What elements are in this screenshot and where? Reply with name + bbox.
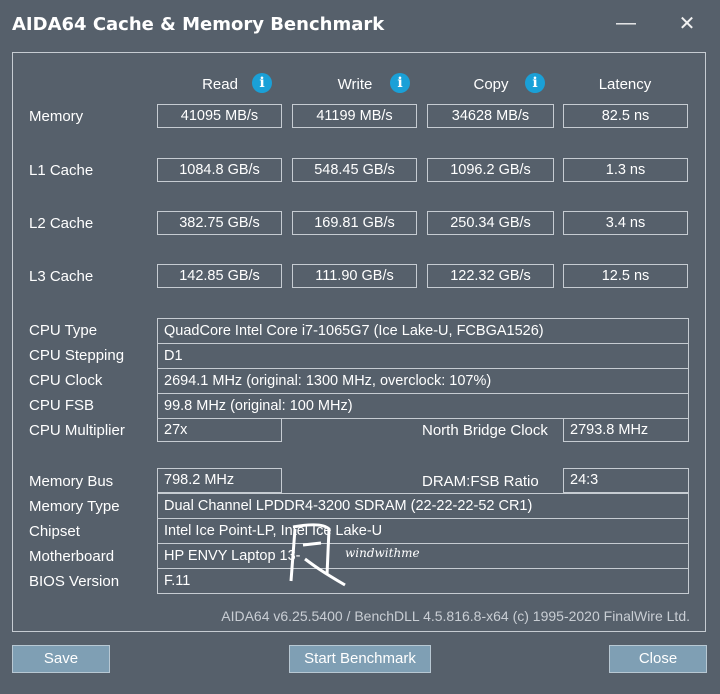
dram-fsb-ratio-value: 24:3 (563, 468, 689, 493)
header-write: Write (337, 76, 373, 93)
l3-write-value: 111.90 GB/s (292, 264, 417, 288)
memory-type-value: Dual Channel LPDDR4-3200 SDRAM (22-22-22… (157, 493, 689, 519)
row-label-l2: L2 Cache (29, 215, 94, 232)
cpu-multiplier-label: CPU Multiplier (29, 422, 125, 439)
info-icon-copy[interactable]: i (525, 73, 545, 93)
title-bar: AIDA64 Cache & Memory Benchmark — ✕ (0, 0, 720, 48)
motherboard-label: Motherboard (29, 548, 115, 565)
memory-read-value: 41095 MB/s (157, 104, 282, 128)
l2-write-value: 169.81 GB/s (292, 211, 417, 235)
minimize-icon[interactable]: — (611, 10, 641, 36)
l3-read-value: 142.85 GB/s (157, 264, 282, 288)
close-icon[interactable]: ✕ (672, 10, 702, 36)
nb-clock-label: North Bridge Clock (422, 422, 548, 439)
cpu-fsb-value: 99.8 MHz (original: 100 MHz) (157, 393, 689, 419)
version-info: AIDA64 v6.25.5400 / BenchDLL 4.5.816.8-x… (221, 608, 690, 624)
bios-version-value: F.11 (157, 568, 689, 594)
chipset-label: Chipset (29, 523, 80, 540)
window-title: AIDA64 Cache & Memory Benchmark (12, 14, 385, 35)
start-benchmark-button[interactable]: Start Benchmark (289, 645, 431, 673)
l1-copy-value: 1096.2 GB/s (427, 158, 554, 182)
cpu-multiplier-value: 27x (157, 418, 282, 442)
cpu-stepping-value: D1 (157, 343, 689, 369)
header-read: Read (202, 76, 238, 93)
header-copy: Copy (473, 76, 509, 93)
l1-latency-value: 1.3 ns (563, 158, 688, 182)
row-label-l3: L3 Cache (29, 268, 94, 285)
memory-bus-value: 798.2 MHz (157, 468, 282, 493)
l2-latency-value: 3.4 ns (563, 211, 688, 235)
row-label-memory: Memory (29, 108, 84, 125)
close-button[interactable]: Close (609, 645, 707, 673)
cpu-type-value: QuadCore Intel Core i7-1065G7 (Ice Lake-… (157, 318, 689, 344)
l2-copy-value: 250.34 GB/s (427, 211, 554, 235)
bios-version-label: BIOS Version (29, 573, 120, 590)
header-latency: Latency (598, 76, 652, 93)
memory-copy-value: 34628 MB/s (427, 104, 554, 128)
memory-type-label: Memory Type (29, 498, 120, 515)
row-label-l1: L1 Cache (29, 162, 94, 179)
memory-write-value: 41199 MB/s (292, 104, 417, 128)
memory-bus-label: Memory Bus (29, 473, 114, 490)
cpu-type-label: CPU Type (29, 322, 98, 339)
info-icon-read[interactable]: i (252, 73, 272, 93)
save-button[interactable]: Save (12, 645, 110, 673)
motherboard-value: HP ENVY Laptop 13- (157, 543, 689, 569)
l1-write-value: 548.45 GB/s (292, 158, 417, 182)
l2-read-value: 382.75 GB/s (157, 211, 282, 235)
chipset-value: Intel Ice Point-LP, Intel Ice Lake-U (157, 518, 689, 544)
cpu-clock-label: CPU Clock (29, 372, 103, 389)
l3-latency-value: 12.5 ns (563, 264, 688, 288)
l1-read-value: 1084.8 GB/s (157, 158, 282, 182)
cpu-fsb-label: CPU FSB (29, 397, 95, 414)
l3-copy-value: 122.32 GB/s (427, 264, 554, 288)
watermark-text: windwithme (345, 546, 420, 560)
dram-fsb-ratio-label: DRAM:FSB Ratio (422, 473, 539, 490)
cpu-stepping-label: CPU Stepping (29, 347, 125, 364)
memory-latency-value: 82.5 ns (563, 104, 688, 128)
nb-clock-value: 2793.8 MHz (563, 418, 689, 442)
cpu-clock-value: 2694.1 MHz (original: 1300 MHz, overcloc… (157, 368, 689, 394)
info-icon-write[interactable]: i (390, 73, 410, 93)
